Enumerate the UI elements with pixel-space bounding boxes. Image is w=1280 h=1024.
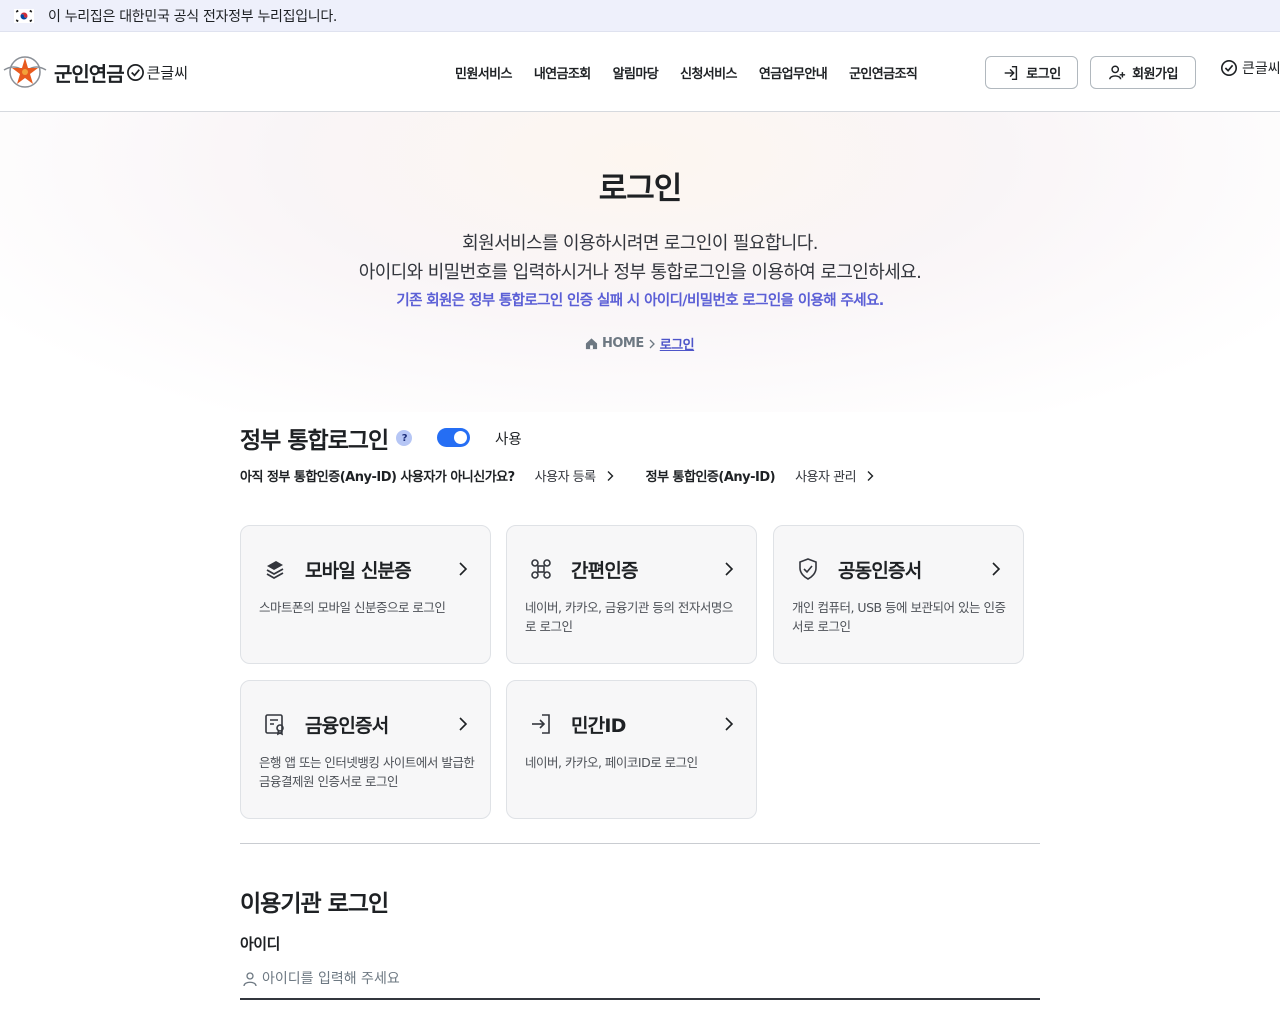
breadcrumb-home-label: HOME	[602, 336, 644, 351]
bigtext-link-label: 큰글씨	[1242, 61, 1280, 77]
chevron-right-icon	[459, 562, 468, 576]
nav-item-notice[interactable]: 알림마당	[613, 63, 659, 82]
gov-banner: 이 누리집은 대한민국 공식 전자정부 누리집입니다.	[0, 0, 1280, 32]
card-description: 은행 앱 또는 인터넷뱅킹 사이트에서 발급한 금융결제원 인증서로 로그인	[259, 755, 475, 789]
chevron-right-icon	[459, 717, 468, 731]
breadcrumb-current[interactable]: 로그인	[660, 334, 695, 353]
nav-item-civil-service[interactable]: 민원서비스	[455, 63, 512, 82]
main-nav: 민원서비스 내연금조회 알림마당 신청서비스 연금업무안내 군인연금조직	[444, 32, 928, 112]
logo-title: 군인연금	[54, 61, 125, 86]
chevron-right-icon	[725, 562, 734, 576]
section-divider	[240, 843, 1040, 844]
card-head: 간편인증	[527, 555, 737, 583]
signup-button-label: 회원가입	[1132, 67, 1178, 82]
sign-in-icon	[1004, 65, 1018, 80]
page-title: 로그인	[598, 171, 683, 207]
anyid-row: 아직 정부 통합인증(Any-ID) 사용자가 아니신가요? 사용자 등록 정부…	[240, 466, 876, 485]
card-description: 개인 컴퓨터, USB 등에 보관되어 있는 인증서로 로그인	[792, 600, 1006, 634]
card-description: 스마트폰의 모바일 신분증으로 로그인	[259, 600, 446, 615]
bigtext-link[interactable]: 큰글씨	[1220, 58, 1280, 78]
card-mobile-id[interactable]: 모바일 신분증 스마트폰의 모바일 신분증으로 로그인	[240, 525, 491, 664]
id-label: 아이디	[240, 935, 280, 953]
manage-link[interactable]: 사용자 관리	[795, 466, 876, 485]
certificate-doc-icon	[261, 710, 289, 738]
mobile-id-icon	[261, 555, 289, 583]
shield-check-icon	[794, 555, 822, 583]
card-simple-auth[interactable]: 간편인증 네이버, 카카오, 금융기관 등의 전자서명으로 로그인	[506, 525, 757, 664]
military-emblem-icon	[3, 56, 47, 88]
id-input[interactable]	[262, 971, 962, 987]
card-description: 네이버, 카카오, 금융기관 등의 전자서명으로 로그인	[525, 600, 733, 634]
login-button[interactable]: 로그인	[985, 56, 1078, 89]
check-circle-icon	[126, 63, 144, 81]
card-title: 공동인증서	[838, 559, 922, 582]
nav-item-application[interactable]: 신청서비스	[680, 63, 737, 82]
home-icon	[585, 338, 598, 350]
chevron-right-icon	[867, 470, 874, 481]
card-title: 민간ID	[571, 714, 626, 737]
site-logo[interactable]: 군인연금 큰글씨	[0, 50, 188, 94]
hero-description-1: 회원서비스를 이용하시려면 로그인이 필요합니다.	[462, 233, 818, 254]
card-title: 금융인증서	[305, 714, 389, 737]
chevron-right-icon	[607, 470, 614, 481]
card-title: 모바일 신분증	[305, 559, 412, 582]
gov-login-toggle[interactable]	[437, 428, 470, 447]
breadcrumb: HOME 로그인	[585, 334, 695, 353]
user-plus-icon	[1109, 65, 1126, 80]
card-head: 금융인증서	[261, 710, 471, 738]
logo-bigtext: 큰글씨	[146, 63, 189, 82]
register-link[interactable]: 사용자 등록	[535, 466, 616, 485]
chevron-right-icon	[725, 717, 734, 731]
nav-item-pension-guide[interactable]: 연금업무안내	[759, 63, 828, 82]
card-title: 간편인증	[571, 559, 639, 582]
card-description: 네이버, 카카오, 페이코ID로 로그인	[525, 755, 698, 770]
card-financial-certificate[interactable]: 금융인증서 은행 앱 또는 인터넷뱅킹 사이트에서 발급한 금융결제원 인증서로…	[240, 680, 491, 819]
card-head: 공동인증서	[794, 555, 1004, 583]
signup-button[interactable]: 회원가입	[1090, 56, 1196, 89]
check-circle-icon	[1220, 59, 1238, 77]
register-link-label: 사용자 등록	[534, 470, 596, 485]
hero-notice: 기존 회원은 정부 통합로그인 인증 실패 시 아이디/비밀번호 로그인을 이용…	[396, 293, 884, 309]
card-joint-certificate[interactable]: 공동인증서 개인 컴퓨터, USB 등에 보관되어 있는 인증서로 로그인	[773, 525, 1024, 664]
nav-item-organization[interactable]: 군인연금조직	[849, 63, 918, 82]
nav-item-my-pension[interactable]: 내연금조회	[534, 63, 591, 82]
korea-flag-icon	[14, 8, 34, 23]
anyid-question: 아직 정부 통합인증(Any-ID) 사용자가 아니신가요?	[240, 470, 515, 485]
id-field	[240, 960, 1040, 1000]
chevron-right-icon	[992, 562, 1001, 576]
gov-login-title-text: 정부 통합로그인	[240, 428, 389, 454]
help-icon[interactable]: ?	[396, 430, 413, 446]
gov-login-title: 정부 통합로그인 ?	[240, 421, 413, 455]
chevron-right-icon	[649, 339, 655, 348]
card-head: 민간ID	[527, 710, 737, 738]
login-button-label: 로그인	[1026, 67, 1061, 82]
gov-login-toggle-label: 사용	[495, 432, 522, 448]
manage-link-label: 사용자 관리	[795, 470, 857, 485]
user-icon	[243, 972, 257, 987]
card-private-id[interactable]: 민간ID 네이버, 카카오, 페이코ID로 로그인	[506, 680, 757, 819]
gov-banner-text: 이 누리집은 대한민국 공식 전자정부 누리집입니다.	[48, 8, 338, 25]
site-header: 군인연금 큰글씨 민원서비스 내연금조회 알림마당 신청서비스 연금업무안내 군…	[0, 32, 1280, 112]
anyid-label: 정부 통합인증(Any-ID)	[645, 470, 776, 485]
breadcrumb-home[interactable]: HOME	[585, 336, 644, 351]
institution-login-title: 이용기관 로그인	[240, 891, 389, 917]
hero-description-2: 아이디와 비밀번호를 입력하시거나 정부 통합로그인을 이용하여 로그인하세요.	[358, 262, 922, 283]
card-head: 모바일 신분증	[261, 555, 471, 583]
sign-in-icon	[527, 710, 555, 738]
simple-auth-icon	[527, 555, 555, 583]
